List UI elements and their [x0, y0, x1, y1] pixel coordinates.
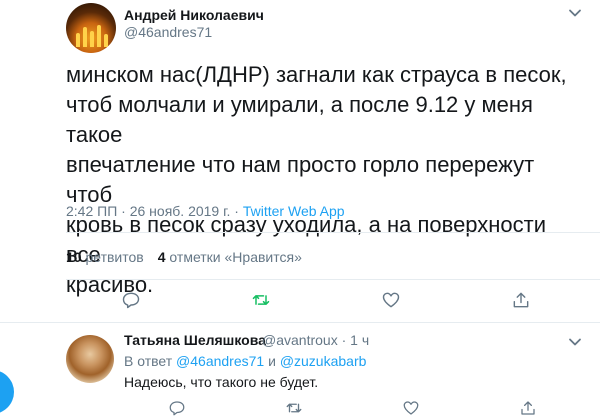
likes-stat[interactable]: 4 отметки «Нравится»: [158, 249, 302, 265]
divider: [66, 279, 600, 280]
like-button[interactable]: [396, 396, 426, 420]
chevron-down-icon[interactable]: [566, 4, 584, 22]
tweet-date[interactable]: 26 нояб. 2019 г.: [130, 203, 231, 219]
share-icon: [513, 292, 529, 308]
author-name[interactable]: Андрей Николаевич: [124, 7, 264, 23]
reply-author-handle[interactable]: @avantroux: [262, 332, 338, 348]
author-handle[interactable]: @46andres71: [124, 24, 212, 40]
reply-text: Надеюсь, что такого не будет.: [124, 374, 319, 390]
compose-tweet-button[interactable]: [0, 370, 14, 414]
share-button[interactable]: [513, 396, 543, 420]
reply-author-meta: @avantroux · 1 ч: [262, 332, 369, 348]
divider: [66, 232, 600, 233]
reply-button[interactable]: [162, 396, 192, 420]
tweet-time[interactable]: 2:42 ПП: [66, 203, 117, 219]
in-reply-to: В ответ @46andres71 и @zuzukabarb: [124, 353, 366, 369]
reply-icon: [169, 401, 184, 416]
reply-author-avatar[interactable]: [66, 335, 114, 383]
mention-link[interactable]: @zuzukabarb: [280, 353, 367, 369]
meta-separator: ·: [234, 203, 239, 219]
tweet-meta: 2:42 ПП · 26 нояб. 2019 г. · Twitter Web…: [66, 203, 345, 219]
reply-author-name[interactable]: Татьяна Шеляшкова: [124, 332, 266, 348]
like-icon: [403, 401, 418, 415]
reply-icon: [122, 292, 140, 309]
retweet-icon: [252, 295, 270, 305]
share-button[interactable]: [506, 288, 536, 312]
reply-actions: [118, 396, 586, 420]
meta-separator: ·: [121, 203, 126, 219]
like-icon: [382, 292, 400, 308]
reply-time[interactable]: 1 ч: [350, 332, 369, 348]
likes-count: 4: [157, 249, 166, 265]
divider: [0, 322, 600, 323]
reply-button[interactable]: [116, 288, 146, 312]
retweets-stat[interactable]: 10 ретвитов: [66, 249, 144, 265]
author-avatar[interactable]: [66, 3, 116, 53]
likes-label: отметки «Нравится»: [169, 249, 302, 265]
in-reply-and: и: [268, 353, 276, 369]
chevron-down-icon[interactable]: [566, 333, 584, 351]
tweet-stats: 10 ретвитов 4 отметки «Нравится»: [66, 249, 302, 265]
mention-link[interactable]: @46andres71: [176, 353, 264, 369]
tweet-source-link[interactable]: Twitter Web App: [243, 203, 345, 219]
retweet-button[interactable]: [279, 396, 309, 420]
retweets-label: ретвитов: [85, 249, 144, 265]
like-button[interactable]: [376, 288, 406, 312]
tweet-actions: [66, 288, 586, 312]
retweet-icon: [286, 403, 301, 413]
meta-separator: ·: [341, 332, 347, 348]
retweet-button[interactable]: [246, 288, 276, 312]
retweets-count: 10: [66, 249, 82, 265]
share-icon: [520, 401, 535, 415]
in-reply-prefix: В ответ: [124, 353, 173, 369]
